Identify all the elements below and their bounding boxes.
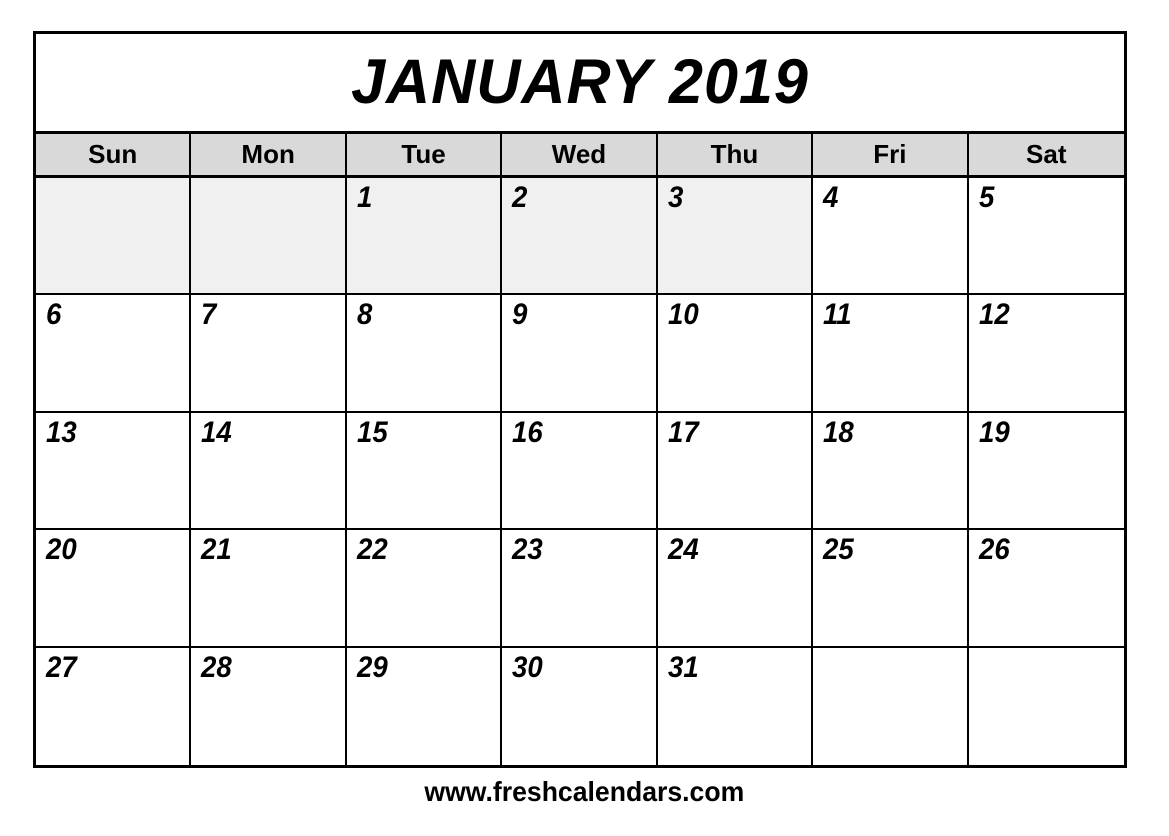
- weekday-label: Tue: [401, 139, 446, 169]
- weekday-header-thu: Thu: [657, 134, 814, 175]
- day-number: 21: [201, 533, 233, 567]
- website-label: www.freshcalendars.com: [424, 776, 745, 807]
- weekday-label: Fri: [873, 139, 907, 169]
- day-cell-empty[interactable]: [36, 178, 192, 296]
- day-number: 5: [978, 181, 994, 214]
- day-cell[interactable]: 25: [813, 530, 969, 648]
- day-grid: 1 2 3 4 5 6 7 8 9 10 11 12 13 14 15 16 17 18 19 20 21 22 23 24 2…: [36, 178, 1124, 765]
- day-number: 8: [356, 298, 373, 332]
- day-cell[interactable]: 30: [502, 647, 658, 765]
- day-number: 1: [356, 181, 373, 214]
- day-cell[interactable]: 11: [813, 295, 969, 413]
- day-cell[interactable]: 12: [968, 295, 1124, 413]
- weekday-label: Sat: [1026, 139, 1067, 169]
- day-cell[interactable]: 21: [191, 530, 347, 648]
- day-cell[interactable]: 27: [36, 647, 192, 765]
- day-cell[interactable]: 26: [968, 530, 1124, 648]
- page-title: JANUARY 2019: [351, 47, 809, 117]
- day-number: 14: [201, 415, 233, 449]
- day-cell[interactable]: 19: [968, 412, 1124, 531]
- day-cell[interactable]: 10: [657, 295, 814, 413]
- day-cell[interactable]: 2: [502, 178, 658, 296]
- day-number: 17: [667, 415, 699, 449]
- day-number: 9: [512, 298, 528, 332]
- day-cell[interactable]: 29: [346, 647, 503, 765]
- day-number: 30: [512, 650, 543, 684]
- day-cell[interactable]: 22: [346, 530, 503, 648]
- day-number: 27: [46, 650, 77, 684]
- day-cell[interactable]: 8: [346, 295, 503, 413]
- weekday-label: Sun: [88, 139, 138, 169]
- day-cell[interactable]: 17: [657, 412, 814, 531]
- weekday-header-tue: Tue: [346, 134, 503, 175]
- day-cell[interactable]: 3: [657, 178, 814, 296]
- footer: www.freshcalendars.com: [0, 776, 1169, 808]
- day-number: 7: [201, 298, 217, 332]
- day-number: 11: [823, 298, 852, 332]
- day-cell[interactable]: 14: [191, 412, 347, 531]
- day-cell[interactable]: 23: [502, 530, 658, 648]
- day-cell[interactable]: 31: [657, 647, 814, 765]
- day-cell[interactable]: 7: [191, 295, 347, 413]
- weekday-header-sun: Sun: [36, 134, 192, 175]
- day-number: 26: [978, 533, 1010, 567]
- weekday-header-row: Sun Mon Tue Wed Thu Fri Sat: [36, 134, 1124, 178]
- day-number: 15: [356, 415, 388, 449]
- day-number: 16: [512, 415, 543, 449]
- day-number: 13: [46, 415, 77, 449]
- day-cell[interactable]: 28: [191, 647, 347, 765]
- day-number: 25: [823, 533, 854, 567]
- weekday-header-fri: Fri: [813, 134, 969, 175]
- day-number: 22: [356, 533, 388, 567]
- calendar-table: JANUARY 2019 Sun Mon Tue Wed Thu Fri Sat 12345…: [33, 31, 1127, 768]
- day-number: 29: [356, 650, 388, 684]
- calendar-page: JANUARY 2019 Sun Mon Tue Wed Thu Fri Sat 12345…: [0, 0, 1169, 836]
- day-cell-empty[interactable]: [813, 647, 969, 765]
- day-number: 10: [667, 298, 699, 332]
- day-number: 28: [201, 650, 233, 684]
- day-number: 18: [823, 415, 854, 449]
- day-number: 23: [512, 533, 543, 567]
- day-cell[interactable]: 5: [968, 178, 1124, 296]
- day-cell-empty[interactable]: [191, 178, 347, 296]
- day-number: 6: [46, 298, 62, 332]
- day-cell[interactable]: 20: [36, 530, 192, 648]
- weekday-label: Thu: [710, 139, 759, 169]
- title-banner: JANUARY 2019: [36, 34, 1124, 134]
- weekday-label: Mon: [241, 139, 295, 169]
- day-number: 31: [667, 650, 699, 684]
- day-number: 24: [667, 533, 699, 567]
- day-number: 20: [46, 533, 77, 567]
- day-cell[interactable]: 9: [502, 295, 658, 413]
- weekday-label: Wed: [551, 139, 607, 169]
- day-number: 4: [823, 181, 839, 214]
- day-number: 19: [978, 415, 1010, 449]
- day-cell[interactable]: 24: [657, 530, 814, 648]
- weekday-header-wed: Wed: [502, 134, 658, 175]
- day-cell[interactable]: 6: [36, 295, 192, 413]
- day-cell[interactable]: 15: [346, 412, 503, 531]
- day-cell[interactable]: 1: [346, 178, 503, 296]
- day-number: 2: [512, 181, 528, 214]
- day-cell[interactable]: 16: [502, 412, 658, 531]
- day-number: 3: [667, 181, 684, 214]
- day-number: 12: [978, 298, 1010, 332]
- weekday-header-mon: Mon: [191, 134, 347, 175]
- weekday-header-sat: Sat: [968, 134, 1124, 175]
- day-cell[interactable]: 18: [813, 412, 969, 531]
- day-cell[interactable]: 4: [813, 178, 969, 296]
- day-cell[interactable]: 13: [36, 412, 192, 531]
- day-cell-empty[interactable]: [968, 647, 1124, 765]
